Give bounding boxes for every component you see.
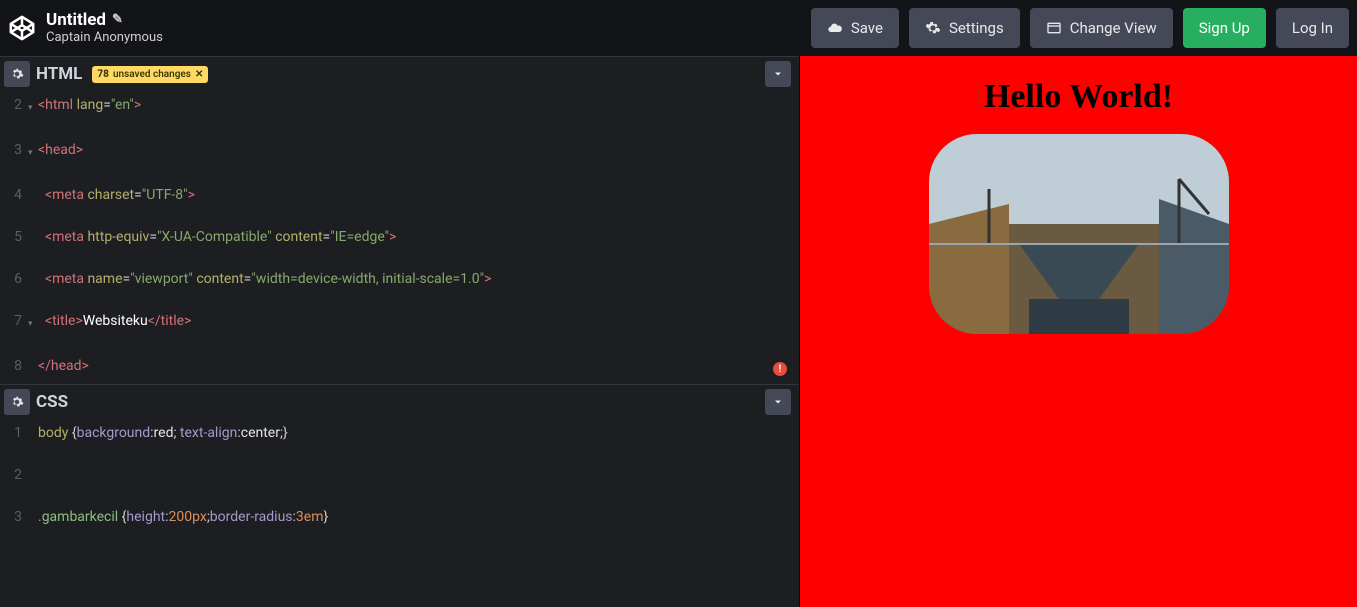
settings-button[interactable]: Settings <box>909 8 1020 48</box>
editors-column: HTML 78 unsaved changes ✕ 2▾<html lang="… <box>0 56 800 607</box>
gear-icon <box>925 20 941 36</box>
signup-button[interactable]: Sign Up <box>1183 8 1266 48</box>
login-button[interactable]: Log In <box>1276 8 1349 48</box>
html-panel-header: HTML 78 unsaved changes ✕ <box>0 57 799 91</box>
title-block: Untitled ✎ Captain Anonymous <box>46 10 163 46</box>
signup-label: Sign Up <box>1199 19 1250 37</box>
login-label: Log In <box>1292 19 1333 37</box>
css-panel-title: CSS <box>36 392 68 412</box>
css-panel: CSS 1body {background:red; text-align:ce… <box>0 384 799 607</box>
chevron-down-icon <box>772 68 784 80</box>
html-code-editor[interactable]: 2▾<html lang="en"> 3▾<head> 4 <meta char… <box>0 91 799 384</box>
preview-pane: Hello World! <box>800 56 1357 607</box>
close-icon[interactable]: ✕ <box>195 69 203 80</box>
gear-icon <box>10 67 24 81</box>
css-collapse-button[interactable] <box>765 389 791 415</box>
save-label: Save <box>851 19 883 37</box>
chevron-down-icon <box>772 396 784 408</box>
save-button[interactable]: Save <box>811 8 899 48</box>
preview-image <box>929 134 1229 334</box>
html-collapse-button[interactable] <box>765 61 791 87</box>
view-icon <box>1046 20 1062 36</box>
css-settings-button[interactable] <box>4 389 30 415</box>
unsaved-changes-badge[interactable]: 78 unsaved changes ✕ <box>92 66 208 83</box>
gear-icon <box>10 395 24 409</box>
edit-title-icon[interactable]: ✎ <box>112 12 123 28</box>
error-indicator-icon[interactable]: ! <box>773 362 787 376</box>
cloud-icon <box>827 20 843 36</box>
html-panel: HTML 78 unsaved changes ✕ 2▾<html lang="… <box>0 56 799 384</box>
settings-label: Settings <box>949 19 1004 37</box>
css-code-editor[interactable]: 1body {background:red; text-align:center… <box>0 419 799 607</box>
preview-heading: Hello World! <box>800 78 1357 116</box>
change-view-button[interactable]: Change View <box>1030 8 1173 48</box>
main-area: HTML 78 unsaved changes ✕ 2▾<html lang="… <box>0 56 1357 607</box>
css-panel-header: CSS <box>0 385 799 419</box>
change-view-label: Change View <box>1070 19 1157 37</box>
pen-title[interactable]: Untitled <box>46 10 106 30</box>
html-settings-button[interactable] <box>4 61 30 87</box>
pen-author[interactable]: Captain Anonymous <box>46 30 163 46</box>
html-panel-title: HTML <box>36 64 82 84</box>
top-bar: Untitled ✎ Captain Anonymous Save Settin… <box>0 0 1357 56</box>
codepen-logo[interactable] <box>8 14 36 42</box>
